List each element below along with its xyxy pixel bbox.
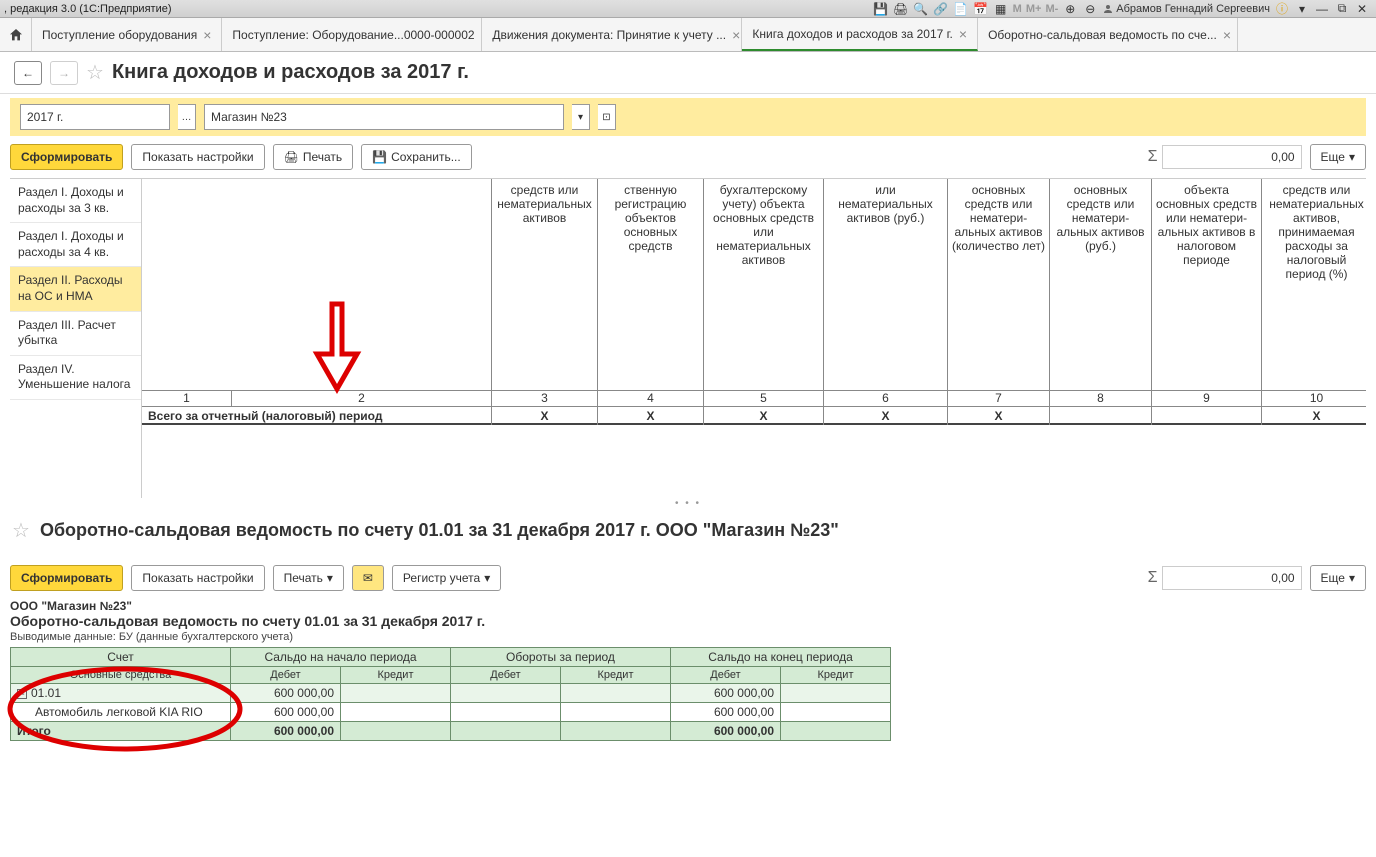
column-headers: средств или немате­ри­альных активов ств… [142, 179, 1366, 391]
tab-close-icon[interactable]: × [1223, 27, 1231, 43]
tab-close-icon[interactable]: × [959, 26, 967, 42]
form-button[interactable]: Сформировать [10, 144, 123, 170]
sum-value-2: 0,00 [1162, 566, 1302, 590]
dropdown-icon[interactable]: ▾ [1294, 1, 1310, 17]
osv-heading: Оборотно-сальдовая ведомость по счету 01… [10, 613, 1366, 629]
tab-4[interactable]: Оборотно-сальдовая ведомость по сче...× [978, 18, 1238, 51]
tab-1[interactable]: Поступление: Оборудование...0000-000002× [222, 18, 482, 51]
report-toolbar: Сформировать Показать настройки 🖨Печать … [0, 142, 1376, 178]
save-icon[interactable]: 💾 [873, 1, 889, 17]
page2-title: Оборотно-сальдовая ведомость по счету 01… [40, 520, 839, 541]
page2-title-row: ☆ Оборотно-сальдовая ведомость по счету … [0, 512, 1376, 549]
calc-icon[interactable]: 📄 [953, 1, 969, 17]
sidebar-item-4[interactable]: Раздел IV. Уменьшение налога [10, 356, 141, 400]
search-icon[interactable]: 🔍 [913, 1, 929, 17]
mail-button[interactable]: ✉ [352, 565, 384, 591]
m-minus-icon[interactable]: M- [1045, 3, 1058, 15]
nav-row: ← → ☆ Книга доходов и расходов за 2017 г… [0, 52, 1376, 94]
titlebar-tools: 💾 🖨 🔍 🔗 📄 📅 ▦ M M+ M- ⊕ ⊖ Абрамов Геннад… [873, 1, 1376, 17]
print-button-2[interactable]: Печать ▾ [273, 565, 344, 591]
tab-close-icon[interactable]: × [732, 27, 740, 43]
m-plus-icon[interactable]: M+ [1026, 3, 1042, 15]
calendar-icon[interactable]: 📅 [973, 1, 989, 17]
m-icon[interactable]: M [1013, 3, 1022, 15]
show-settings-button-2[interactable]: Показать настройки [131, 565, 264, 591]
osv-subheading: Выводимые данные: БУ (данные бухгалтерск… [10, 631, 1366, 643]
org-dropdown-button[interactable]: ▾ [572, 104, 590, 130]
form-button-2[interactable]: Сформировать [10, 565, 123, 591]
sidebar-item-1[interactable]: Раздел I. Доходы и расходы за 4 кв. [10, 223, 141, 267]
sigma-icon: Σ [1148, 569, 1158, 587]
link-icon[interactable]: 🔗 [933, 1, 949, 17]
zoom-out-icon[interactable]: ⊖ [1082, 1, 1098, 17]
period-input[interactable]: 2017 г. [20, 104, 170, 130]
tab-close-icon[interactable]: × [203, 27, 211, 43]
osv-table: Счет Сальдо на начало периода Обороты за… [10, 647, 891, 741]
main-split: Раздел I. Доходы и расходы за 3 кв. Разд… [10, 178, 1366, 498]
zoom-in-icon[interactable]: ⊕ [1062, 1, 1078, 17]
column-number-row: 1 2 3 4 5 6 7 8 9 10 [142, 391, 1366, 407]
page-title: Книга доходов и расходов за 2017 г. [112, 61, 469, 84]
sections-sidebar: Раздел I. Доходы и расходы за 3 кв. Разд… [10, 179, 142, 498]
register-button[interactable]: Регистр учета ▾ [392, 565, 501, 591]
truncated-params [10, 549, 1366, 561]
sigma-icon: Σ [1148, 148, 1158, 166]
sum-value: 0,00 [1162, 145, 1302, 169]
forward-button[interactable]: → [50, 61, 78, 85]
table-total-row: Итого 600 000,00 600 000,00 [11, 722, 891, 741]
collapse-icon[interactable]: − [17, 689, 27, 699]
org-input[interactable]: Магазин №23 [204, 104, 564, 130]
sidebar-item-0[interactable]: Раздел I. Доходы и расходы за 3 кв. [10, 179, 141, 223]
chevron-down-icon: ▾ [327, 571, 333, 585]
report-area[interactable]: средств или немате­ри­альных активов ств… [142, 179, 1366, 498]
params-bar: 2017 г. … Магазин №23 ▾ ⊡ [10, 98, 1366, 136]
app-title: , редакция 3.0 (1С:Предприятие) [0, 3, 172, 15]
tab-2[interactable]: Движения документа: Принятие к учету ...… [482, 18, 742, 51]
tab-3[interactable]: Книга доходов и расходов за 2017 г.× [742, 18, 978, 51]
osv-report: ООО "Магазин №23" Оборотно-сальдовая вед… [10, 599, 1366, 741]
back-button[interactable]: ← [14, 61, 42, 85]
user-badge[interactable]: Абрамов Геннадий Сергеевич [1102, 3, 1270, 15]
tab-bar: Поступление оборудования× Поступление: О… [0, 18, 1376, 52]
sum-box: Σ 0,00 [1148, 145, 1302, 169]
chevron-down-icon: ▾ [1349, 571, 1355, 585]
user-name: Абрамов Геннадий Сергеевич [1116, 3, 1270, 15]
chevron-down-icon: ▾ [484, 571, 490, 585]
info-icon[interactable]: ⓘ [1274, 1, 1290, 17]
save-button[interactable]: 💾Сохранить... [361, 144, 472, 170]
printer-icon: 🖨 [284, 150, 299, 164]
sum-box-2: Σ 0,00 [1148, 566, 1302, 590]
favorite-icon-2[interactable]: ☆ [12, 518, 30, 543]
more-button[interactable]: Еще ▾ [1310, 144, 1366, 170]
splitter[interactable]: • • • [0, 498, 1376, 512]
diskette-icon: 💾 [372, 150, 387, 164]
tab-0[interactable]: Поступление оборудования× [32, 18, 222, 51]
favorite-icon[interactable]: ☆ [86, 60, 104, 85]
osv-org: ООО "Магазин №23" [10, 599, 1366, 613]
window-titlebar: , редакция 3.0 (1С:Предприятие) 💾 🖨 🔍 🔗 … [0, 0, 1376, 18]
sidebar-item-3[interactable]: Раздел III. Расчет убытка [10, 312, 141, 356]
restore-icon[interactable]: ⧉ [1334, 1, 1350, 17]
close-icon[interactable]: ✕ [1354, 1, 1370, 17]
page2-toolbar: Сформировать Показать настройки Печать ▾… [0, 561, 1376, 599]
show-settings-button[interactable]: Показать настройки [131, 144, 264, 170]
period-picker-button[interactable]: … [178, 104, 196, 130]
total-row: Всего за отчетный (налоговый) период X X… [142, 407, 1366, 425]
print-button[interactable]: 🖨Печать [273, 144, 354, 170]
minimize-icon[interactable]: — [1314, 1, 1330, 17]
sidebar-item-2[interactable]: Раздел II. Расходы на ОС и НМА [10, 267, 141, 311]
table-row[interactable]: −01.01 600 000,00 600 000,00 [11, 684, 891, 703]
home-tab[interactable] [0, 18, 32, 51]
org-open-button[interactable]: ⊡ [598, 104, 616, 130]
chevron-down-icon: ▾ [1349, 150, 1355, 164]
grid-icon[interactable]: ▦ [993, 1, 1009, 17]
table-row[interactable]: Автомобиль легковой KIA RIO 600 000,00 6… [11, 703, 891, 722]
print-icon[interactable]: 🖨 [893, 1, 909, 17]
more-button-2[interactable]: Еще ▾ [1310, 565, 1366, 591]
